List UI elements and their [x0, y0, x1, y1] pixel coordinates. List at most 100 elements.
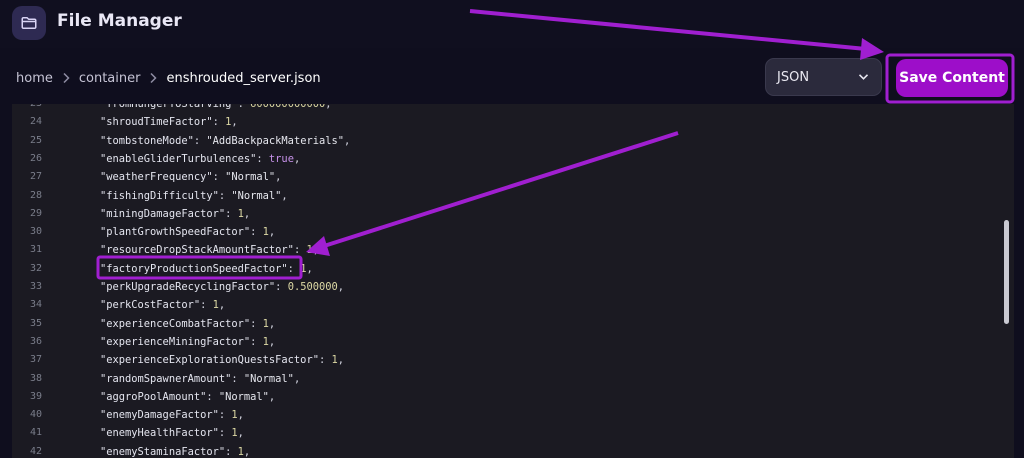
code-line[interactable]: 29 "miningDamageFactor": 1,: [12, 205, 1002, 223]
code-text: "aggroPoolAmount": "Normal",: [100, 390, 276, 403]
code-text: "shroudTimeFactor": 1,: [100, 116, 238, 129]
chevron-right-icon: [149, 72, 158, 84]
json-key: "enemyHealthFactor": [100, 427, 219, 440]
code-line[interactable]: 32 "factoryProductionSpeedFactor": 1,: [12, 260, 1002, 278]
code-line[interactable]: 40 "enemyDamageFactor": 1,: [12, 406, 1002, 424]
breadcrumb-container[interactable]: container: [79, 71, 141, 86]
code-text: "experienceExplorationQuestsFactor": 1,: [100, 354, 344, 367]
code-text: "weatherFrequency": "Normal",: [100, 171, 282, 184]
code-text: "experienceMiningFactor": 1,: [100, 335, 276, 348]
code-line[interactable]: 30 "plantGrowthSpeedFactor": 1,: [12, 223, 1002, 241]
json-key: "factoryProductionSpeedFactor": [100, 262, 288, 275]
line-number: 41: [29, 427, 42, 439]
format-select[interactable]: JSON: [765, 58, 882, 96]
json-key: "fromHungerToStarving": [100, 104, 238, 110]
json-key: "plantGrowthSpeedFactor": [100, 226, 251, 239]
breadcrumb-current-file: enshrouded_server.json: [166, 70, 321, 86]
json-key: "randomSpawnerAmount": [100, 372, 232, 385]
code-text: "enableGliderTurbulences": true,: [100, 152, 301, 165]
code-line[interactable]: 33 "perkUpgradeRecyclingFactor": 0.500000…: [12, 278, 1002, 296]
code-line[interactable]: 24 "shroudTimeFactor": 1,: [12, 113, 1002, 131]
code-line[interactable]: 26 "enableGliderTurbulences": true,: [12, 150, 1002, 168]
json-value: "Normal": [225, 171, 276, 184]
json-key: "tombstoneMode": [100, 134, 194, 147]
json-value: 600000000000: [250, 104, 326, 110]
line-number: 42: [29, 445, 42, 457]
chevron-right-icon: [62, 72, 70, 84]
line-number: 35: [29, 317, 42, 329]
json-key: "enemyStaminaFactor": [100, 445, 226, 458]
save-content-button[interactable]: Save Content: [896, 59, 1008, 97]
line-number: 40: [29, 409, 42, 421]
folder-icon: [12, 6, 46, 40]
code-line[interactable]: 28 "fishingDifficulty": "Normal",: [12, 187, 1002, 205]
code-text: "perkUpgradeRecyclingFactor": 0.500000,: [100, 281, 344, 293]
json-key: "experienceMiningFactor": [100, 335, 251, 348]
json-key: "fishingDifficulty": [100, 189, 219, 202]
json-key: "aggroPoolAmount": [100, 390, 207, 403]
code-line[interactable]: 38 "randomSpawnerAmount": "Normal",: [12, 370, 1002, 388]
app-title: File Manager: [57, 11, 182, 31]
json-value: "Normal": [231, 189, 282, 202]
code-text: "plantGrowthSpeedFactor": 1,: [100, 226, 276, 239]
code-line[interactable]: 35 "experienceCombatFactor": 1,: [12, 315, 1002, 333]
code-text: "factoryProductionSpeedFactor": 1,: [100, 262, 313, 275]
line-number: 38: [29, 372, 42, 384]
line-number: 29: [29, 207, 42, 219]
code-text: "fromHungerToStarving": 600000000000,: [100, 104, 332, 113]
code-line[interactable]: 34 "perkCostFactor": 1,: [12, 296, 1002, 314]
json-value: 0.500000: [287, 281, 338, 293]
breadcrumb-home[interactable]: home: [16, 71, 53, 86]
top-bar: File Manager: [0, 0, 1024, 48]
json-key: "experienceExplorationQuestsFactor": [100, 354, 319, 367]
code-line[interactable]: 39 "aggroPoolAmount": "Normal",: [12, 388, 1002, 406]
json-value: "Normal": [218, 390, 269, 403]
code-text: "enemyHealthFactor": 1,: [100, 427, 244, 440]
code-text: "fishingDifficulty": "Normal",: [100, 189, 288, 202]
code-line[interactable]: 25 "tombstoneMode": "AddBackpackMaterials…: [12, 132, 1002, 150]
json-key: "perkCostFactor": [100, 299, 201, 312]
line-number: 23: [12, 104, 42, 113]
line-number: 27: [29, 171, 42, 183]
code-line[interactable]: 41 "enemyHealthFactor": 1,: [12, 424, 1002, 442]
json-key: "resourceDropStackAmountFactor": [100, 244, 294, 257]
line-number: 33: [29, 281, 42, 292]
line-number: 37: [29, 354, 42, 366]
line-number: 39: [29, 390, 42, 402]
json-key: "perkUpgradeRecyclingFactor": [100, 281, 276, 293]
json-key: "experienceCombatFactor": [100, 317, 251, 330]
code-line[interactable]: 42 "enemyStaminaFactor": 1,: [12, 443, 1002, 458]
code-line[interactable]: 37 "experienceExplorationQuestsFactor": 1…: [12, 351, 1002, 369]
code-line[interactable]: 27 "weatherFrequency": "Normal",: [12, 168, 1002, 186]
line-number: 36: [29, 335, 42, 347]
line-number: 30: [29, 226, 42, 238]
line-number: 25: [29, 134, 42, 146]
code-text: "experienceCombatFactor": 1,: [100, 317, 276, 330]
code-text: "tombstoneMode": "AddBackpackMaterials",: [100, 134, 351, 147]
json-key: "enemyDamageFactor": [100, 409, 219, 422]
json-key: "weatherFrequency": [100, 171, 213, 184]
code-text: "resourceDropStackAmountFactor": 1,: [100, 244, 319, 257]
chevron-down-icon: [858, 73, 869, 81]
code-text: "miningDamageFactor": 1,: [100, 207, 251, 220]
code-line[interactable]: 36 "experienceMiningFactor": 1,: [12, 333, 1002, 351]
json-key: "shroudTimeFactor": [100, 116, 213, 129]
line-number: 28: [29, 189, 42, 201]
code-line[interactable]: 31 "resourceDropStackAmountFactor": 1,: [12, 241, 1002, 259]
format-select-value: JSON: [777, 69, 810, 85]
json-value: true: [268, 152, 294, 165]
code-text: "enemyDamageFactor": 1,: [100, 409, 244, 422]
code-text: "enemyStaminaFactor": 1,: [100, 445, 251, 458]
code-line[interactable]: 23 "fromHungerToStarving": 600000000000,: [12, 104, 1002, 113]
line-number: 32: [29, 262, 42, 274]
json-key: "enableGliderTurbulences": [100, 152, 257, 165]
line-number: 24: [29, 116, 42, 128]
code-editor[interactable]: 23"fromHungerToStarving": 600000000000,2…: [12, 104, 1014, 458]
json-key: "miningDamageFactor": [100, 207, 226, 220]
line-number: 31: [29, 244, 42, 256]
line-number: 26: [29, 152, 42, 164]
json-value: "Normal": [243, 372, 294, 385]
code-text: "perkCostFactor": 1,: [100, 299, 226, 312]
editor-scrollbar-thumb[interactable]: [1004, 220, 1009, 324]
breadcrumb: home container enshrouded_server.json: [16, 68, 321, 88]
